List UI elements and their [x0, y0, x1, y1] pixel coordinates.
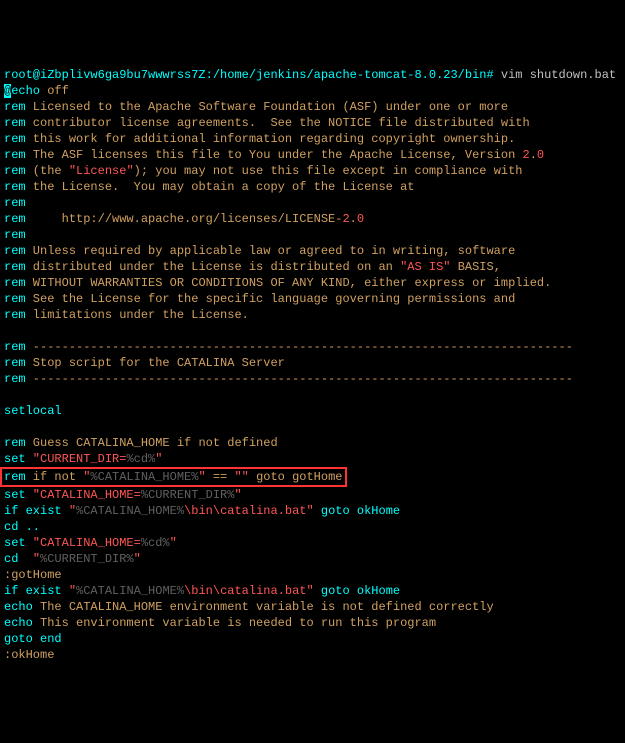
code-line: setlocal	[4, 404, 62, 418]
code-line: See the License for the specific languag…	[26, 292, 516, 306]
code-line: off	[40, 84, 69, 98]
code-line: rem	[4, 372, 26, 386]
code-line: rem	[4, 276, 26, 290]
code-line: http://www.apache.org/licenses/LICENSE-	[26, 212, 343, 226]
code-line: exist	[18, 504, 68, 518]
code-line: set	[4, 488, 26, 502]
code-line: ----------------------------------------…	[26, 372, 573, 386]
code-line: if	[4, 584, 18, 598]
code-line: rem	[4, 356, 26, 370]
code-line: echo	[4, 616, 33, 630]
code-line: goto	[4, 632, 33, 646]
code-line: ..	[18, 520, 40, 534]
code-line: .	[350, 212, 357, 226]
code-line: rem	[4, 308, 26, 322]
code-line: rem	[4, 180, 26, 194]
code-line: rem	[4, 436, 26, 450]
code-line: 2	[523, 148, 530, 162]
code-line: "CATALINA_HOME=	[26, 488, 141, 502]
code-line: this work for additional information reg…	[26, 132, 516, 146]
code-line: (the	[26, 164, 69, 178]
code-line: contributor license agreements. See the …	[26, 116, 530, 130]
code-line: 0	[357, 212, 364, 226]
code-line: "	[69, 504, 76, 518]
code-line: set	[4, 536, 26, 550]
code-line: WITHOUT WARRANTIES OR CONDITIONS OF ANY …	[26, 276, 552, 290]
code-line: The CATALINA_HOME environment variable i…	[33, 600, 494, 614]
terminal-output[interactable]: root@iZbplivw6ga9bu7wwwrss7Z:/home/jenki…	[4, 67, 621, 663]
code-line: "	[69, 584, 76, 598]
code-line: Unless required by applicable law or agr…	[26, 244, 516, 258]
code-line: Guess CATALINA_HOME if not defined	[26, 436, 278, 450]
code-line: "License"	[69, 164, 134, 178]
code-line: This environment variable is needed to r…	[33, 616, 436, 630]
code-line: exist	[18, 584, 68, 598]
code-line: "AS IS"	[400, 260, 450, 274]
code-line: rem	[4, 212, 26, 226]
code-line: \bin\catalina.bat	[184, 584, 306, 598]
code-line: "CATALINA_HOME=	[26, 536, 141, 550]
code-line: :gotHome	[4, 568, 62, 582]
code-line: ); you may not use this file except in c…	[134, 164, 523, 178]
code-line: ----------------------------------------…	[26, 340, 573, 354]
code-line: "	[134, 552, 141, 566]
code-line: goto okHome	[314, 504, 400, 518]
code-line: BASIS,	[451, 260, 501, 274]
code-line: Stop script for the CATALINA Server	[26, 356, 285, 370]
shell-command: vim shutdown.bat	[501, 68, 616, 82]
code-line: rem	[4, 260, 26, 274]
shell-prompt: root@iZbplivw6ga9bu7wwwrss7Z:/home/jenki…	[4, 68, 501, 82]
code-line: %CURRENT_DIR%	[141, 488, 235, 502]
code-line: %CURRENT_DIR%	[40, 552, 134, 566]
code-line: rem	[4, 292, 26, 306]
code-line: distributed under the License is distrib…	[26, 260, 400, 274]
code-line: rem	[4, 132, 26, 146]
code-line: rem	[4, 196, 26, 210]
code-line: cd	[4, 552, 18, 566]
code-line: %CATALINA_HOME%	[76, 504, 184, 518]
code-line: rem	[4, 164, 26, 178]
code-line: Licensed to the Apache Software Foundati…	[26, 100, 508, 114]
code-line: rem	[4, 340, 26, 354]
code-line: .	[530, 148, 537, 162]
code-line: %CATALINA_HOME%	[76, 584, 184, 598]
highlighted-line: rem if not "%CATALINA_HOME%" == "" goto …	[0, 467, 347, 487]
code-line: 2	[342, 212, 349, 226]
code-line: rem	[4, 148, 26, 162]
code-line: set	[4, 452, 26, 466]
code-line: 0	[537, 148, 544, 162]
code-line: "	[234, 488, 241, 502]
code-line: "	[306, 584, 313, 598]
code-line: :okHome	[4, 648, 54, 662]
code-line: "CURRENT_DIR=	[26, 452, 127, 466]
code-line: "	[155, 452, 162, 466]
code-line: echo	[4, 600, 33, 614]
code-line: end	[33, 632, 62, 646]
code-line: "	[306, 504, 313, 518]
code-line: \bin\catalina.bat	[184, 504, 306, 518]
code-line: "	[170, 536, 177, 550]
code-line: rem	[4, 100, 26, 114]
code-line: The ASF licenses this file to You under …	[26, 148, 523, 162]
code-line: if	[4, 504, 18, 518]
code-line: %cd%	[141, 536, 170, 550]
code-line: cd	[4, 520, 18, 534]
code-line: rem	[4, 116, 26, 130]
code-line: goto okHome	[314, 584, 400, 598]
code-line: rem	[4, 228, 26, 242]
code-line: %cd%	[126, 452, 155, 466]
code-line	[18, 552, 32, 566]
code-line: the License. You may obtain a copy of th…	[26, 180, 415, 194]
code-line: limitations under the License.	[26, 308, 249, 322]
code-line: echo	[11, 84, 40, 98]
code-line: "	[33, 552, 40, 566]
code-line: rem	[4, 244, 26, 258]
